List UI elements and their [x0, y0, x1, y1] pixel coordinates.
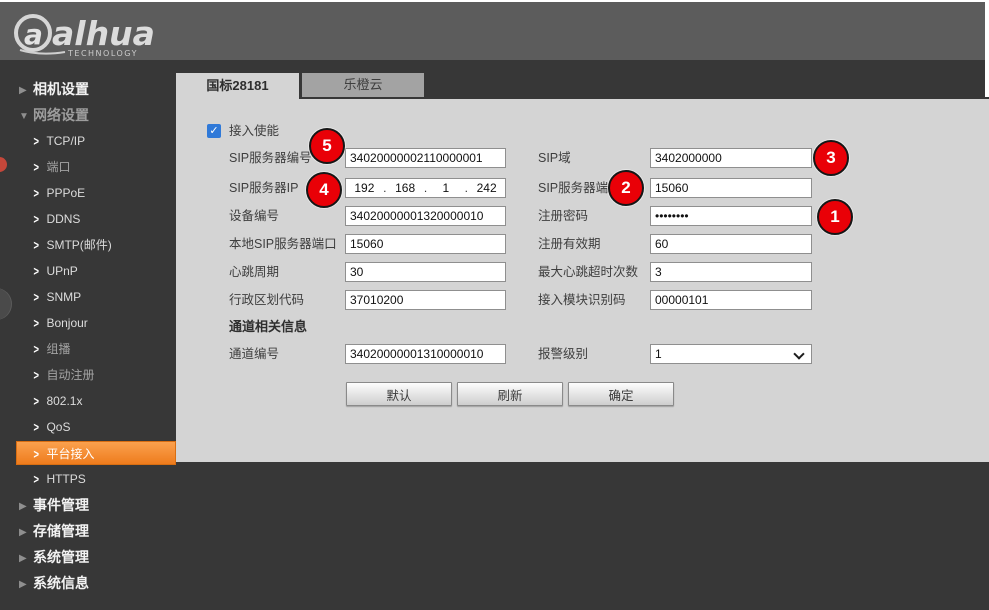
logo-subtext: TECHNOLOGY — [67, 49, 138, 58]
register-password-field[interactable] — [650, 206, 812, 226]
register-validity-field[interactable] — [650, 234, 812, 254]
admin-region-code-field[interactable] — [345, 290, 506, 310]
triangle-collapsed-icon: ▶ — [19, 546, 33, 572]
tab-gb28181[interactable]: 国标28181 — [176, 73, 299, 99]
max-heartbeat-timeout-field[interactable] — [650, 262, 812, 282]
register-password-label: 注册密码 — [538, 206, 588, 226]
annotation-circle-5: 5 — [309, 128, 345, 164]
sidebar-item-camera-settings[interactable]: ▶相机设置 — [0, 76, 176, 102]
form-row: 本地SIP服务器端口 注册有效期 — [176, 234, 989, 254]
alarm-level-select[interactable]: 1 — [650, 344, 812, 364]
dahua-logo: a alhua TECHNOLOGY — [10, 6, 170, 63]
header-bar: a alhua TECHNOLOGY — [0, 2, 989, 60]
channel-info-section-header: 通道相关信息 — [229, 316, 307, 335]
form-row: 行政区划代码 接入模块识别码 — [176, 290, 989, 310]
device-id-label: 设备编号 — [229, 206, 279, 226]
sidebar-item-network-settings[interactable]: ▼网络设置 — [0, 102, 176, 128]
access-enable-label: 接入使能 — [229, 124, 279, 139]
annotation-circle-1: 1 — [817, 199, 853, 235]
access-enable-checkbox[interactable]: ✓ — [207, 124, 221, 138]
sidebar-item-ddns[interactable]: >DDNS — [0, 206, 176, 232]
channel-id-field[interactable] — [345, 344, 506, 364]
sip-server-id-label: SIP服务器编号 — [229, 148, 312, 168]
form-row: 设备编号 注册密码 — [176, 206, 989, 226]
annotation-circle-2: 2 — [608, 170, 644, 206]
sidebar-item-auto-register[interactable]: >自动注册 — [0, 362, 176, 388]
heartbeat-period-field[interactable] — [345, 262, 506, 282]
refresh-button[interactable]: 刷新 — [457, 382, 563, 406]
access-enable-row: ✓ 接入使能 — [176, 124, 989, 140]
heartbeat-period-label: 心跳周期 — [229, 262, 279, 282]
chevron-right-icon: > — [33, 413, 38, 443]
local-sip-port-field[interactable] — [345, 234, 506, 254]
sip-domain-label: SIP域 — [538, 148, 571, 168]
triangle-collapsed-icon: ▶ — [19, 78, 33, 104]
triangle-expanded-icon: ▼ — [19, 104, 33, 130]
confirm-button[interactable]: 确定 — [568, 382, 674, 406]
annotation-circle-4: 4 — [306, 172, 342, 208]
form-row: 通道编号 报警级别 1 — [176, 344, 989, 364]
sidebar-item-8021x[interactable]: >802.1x — [0, 388, 176, 414]
sidebar-item-pppoe[interactable]: >PPPoE — [0, 180, 176, 206]
local-sip-port-label: 本地SIP服务器端口 — [229, 234, 337, 254]
triangle-collapsed-icon: ▶ — [19, 494, 33, 520]
sidebar-item-port[interactable]: >端口 — [0, 154, 176, 180]
form-row: SIP服务器编号 SIP域 — [176, 148, 989, 168]
channel-id-label: 通道编号 — [229, 344, 279, 364]
window-right-edge — [985, 0, 989, 97]
sidebar-item-bonjour[interactable]: >Bonjour — [0, 310, 176, 336]
sip-server-ip-label: SIP服务器IP — [229, 178, 298, 198]
sidebar-item-snmp[interactable]: >SNMP — [0, 284, 176, 310]
sidebar-item-https[interactable]: >HTTPS — [0, 466, 176, 492]
sidebar-item-platform-access[interactable]: >平台接入 — [16, 441, 176, 465]
sip-server-ip-field[interactable]: 192. 168. 1. 242 — [345, 178, 506, 198]
sidebar-item-qos[interactable]: >QoS — [0, 414, 176, 440]
sidebar-item-system-management[interactable]: ▶系统管理 — [0, 544, 176, 570]
dahua-logo-icon: a alhua TECHNOLOGY — [10, 6, 170, 58]
sidebar-item-event-management[interactable]: ▶事件管理 — [0, 492, 176, 518]
tab-bar: 国标28181 乐橙云 — [176, 73, 424, 99]
device-id-field[interactable] — [345, 206, 506, 226]
access-module-id-field[interactable] — [650, 290, 812, 310]
sidebar-item-smtp[interactable]: >SMTP(邮件) — [0, 232, 176, 258]
sip-server-id-field[interactable] — [345, 148, 506, 168]
default-button[interactable]: 默认 — [346, 382, 452, 406]
sidebar-item-system-info[interactable]: ▶系统信息 — [0, 570, 176, 596]
annotation-circle-3: 3 — [813, 140, 849, 176]
sidebar-item-upnp[interactable]: >UPnP — [0, 258, 176, 284]
form-actions: 默认 刷新 确定 — [346, 382, 674, 406]
logo-letter-a: a — [24, 18, 43, 51]
gb28181-settings-panel: ✓ 接入使能 SIP服务器编号 SIP域 SIP服务器IP 192. 168. … — [176, 99, 989, 462]
sidebar-item-storage-management[interactable]: ▶存储管理 — [0, 518, 176, 544]
sidebar-nav: ▶相机设置 ▼网络设置 >TCP/IP >端口 >PPPoE >DDNS >SM… — [0, 76, 176, 596]
chevron-right-icon: > — [33, 465, 38, 495]
admin-region-code-label: 行政区划代码 — [229, 290, 304, 310]
form-row: 心跳周期 最大心跳超时次数 — [176, 262, 989, 282]
logo-text: alhua — [52, 14, 155, 53]
sidebar-item-multicast[interactable]: >组播 — [0, 336, 176, 362]
access-module-id-label: 接入模块识别码 — [538, 290, 626, 310]
tab-lechengyun[interactable]: 乐橙云 — [302, 73, 424, 97]
alarm-level-label: 报警级别 — [538, 344, 588, 364]
form-row: SIP服务器IP 192. 168. 1. 242 SIP服务器端口 — [176, 178, 989, 198]
triangle-collapsed-icon: ▶ — [19, 572, 33, 598]
sip-domain-field[interactable] — [650, 148, 812, 168]
triangle-collapsed-icon: ▶ — [19, 520, 33, 546]
max-heartbeat-timeout-label: 最大心跳超时次数 — [538, 262, 638, 282]
chevron-down-icon — [793, 348, 804, 359]
register-validity-label: 注册有效期 — [538, 234, 601, 254]
sip-server-port-field[interactable] — [650, 178, 812, 198]
sidebar-item-tcpip[interactable]: >TCP/IP — [0, 128, 176, 154]
